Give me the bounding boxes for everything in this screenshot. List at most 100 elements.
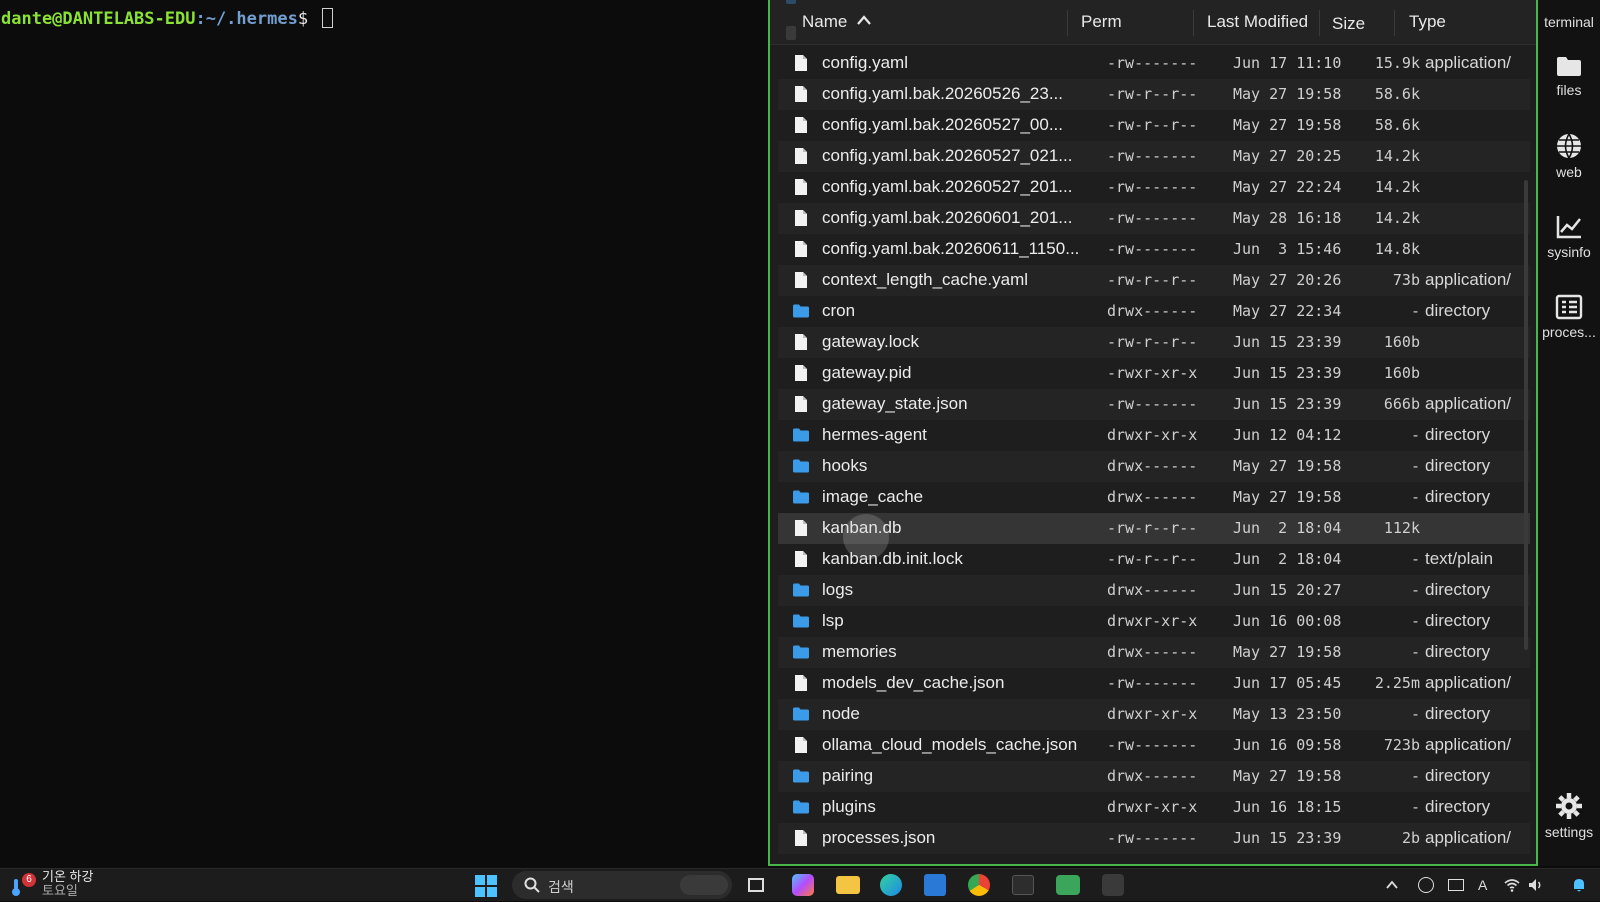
file-explorer-icon[interactable]	[836, 876, 860, 894]
mouse-pointer-highlight	[843, 514, 889, 560]
file-row[interactable]: config.yaml.bak.20260611_1150... -rw-----…	[778, 234, 1530, 265]
folder-icon	[1557, 57, 1581, 76]
column-name-header[interactable]: Name	[802, 12, 872, 32]
speaker-glyph	[1529, 879, 1541, 891]
file-row[interactable]: config.yaml.bak.20260526_23... -rw-r--r--…	[778, 79, 1530, 110]
sidebar-item-web[interactable]: web	[1538, 132, 1600, 180]
file-row[interactable]: kanban.db.init.lock -rw-r--r-- Jun 2 18:04…	[778, 544, 1530, 575]
keyboard-icon[interactable]	[1448, 879, 1464, 891]
file-permissions: -rw-r--r--	[1107, 85, 1198, 103]
input-language-icon[interactable]: A	[1478, 877, 1487, 893]
file-type: application/	[1425, 53, 1512, 72]
file-permissions: -rw-------	[1107, 209, 1198, 227]
windows-logo-icon	[475, 875, 497, 897]
file-name: config.yaml.bak.20260611_1150...	[822, 239, 1080, 258]
file-row[interactable]: config.yaml -rw------- Jun 17 11:10 15.9k ap…	[778, 48, 1530, 79]
directory-row[interactable]: logs drwx------ Jun 15 20:27 - directory	[778, 575, 1530, 606]
file-size: 160b	[1383, 333, 1420, 351]
file-modified: Jun 17 05:45	[1233, 674, 1342, 692]
file-row[interactable]: kanban.db -rw-r--r-- Jun 2 18:04 112k	[778, 513, 1530, 544]
column-divider[interactable]	[1193, 10, 1194, 36]
sidebar-item-terminal[interactable]: terminal	[1538, 10, 1600, 30]
file-modified: Jun 15 23:39	[1233, 333, 1342, 351]
notification-badge: 6	[22, 873, 36, 887]
file-row[interactable]: gateway_state.json -rw------- Jun 15 23:39…	[778, 389, 1530, 420]
directory-row[interactable]: cron drwx------ May 27 22:34 - directory	[778, 296, 1530, 327]
file-name: config.yaml.bak.20260526_23...	[822, 84, 1064, 103]
copilot-icon[interactable]	[792, 874, 814, 896]
column-perm-header[interactable]: Perm	[1081, 12, 1122, 32]
file-name: gateway_state.json	[822, 394, 968, 413]
volume-icon[interactable]	[1528, 878, 1544, 897]
file-row[interactable]: processes.json -rw------- Jun 15 23:39 2b ap…	[778, 823, 1530, 854]
file-row[interactable]: config.yaml.bak.20260527_021... -rw------…	[778, 141, 1530, 172]
column-divider[interactable]	[1067, 10, 1068, 36]
app-icon-green[interactable]	[1056, 875, 1080, 895]
file-size: -	[1410, 581, 1420, 599]
file-row[interactable]: config.yaml.bak.20260601_201... -rw------…	[778, 203, 1530, 234]
file-name: ollama_cloud_models_cache.json	[822, 735, 1078, 754]
column-divider[interactable]	[1319, 10, 1320, 36]
notification-bell-icon[interactable]	[1572, 877, 1586, 898]
sidebar-item-sysinfo[interactable]: sysinfo	[1538, 214, 1600, 260]
task-view-icon[interactable]	[748, 878, 764, 892]
file-permissions: -rw-r--r--	[1107, 271, 1198, 289]
directory-row[interactable]: lsp drwxr-xr-x Jun 16 00:08 - directory	[778, 606, 1530, 637]
file-icon	[795, 241, 807, 257]
file-icon	[795, 210, 807, 226]
file-row[interactable]: gateway.pid -rwxr-xr-x Jun 15 23:39 160b	[778, 358, 1530, 389]
onedrive-icon[interactable]	[1418, 877, 1434, 893]
weather-text[interactable]: 기온 하강 토요일	[42, 870, 93, 898]
file-modified: Jun 15 23:39	[1233, 829, 1342, 847]
file-size: 58.6k	[1374, 85, 1420, 103]
sidebar-item-files[interactable]: files	[1538, 54, 1600, 98]
file-permissions: drwxr-xr-x	[1107, 426, 1198, 444]
file-permissions: drwx------	[1107, 488, 1198, 506]
terminal-app-icon[interactable]	[1012, 875, 1034, 895]
vertical-scrollbar[interactable]	[1524, 180, 1528, 650]
file-size: 112k	[1383, 519, 1420, 537]
file-modified: May 27 19:58	[1233, 643, 1342, 661]
file-row[interactable]: context_length_cache.yaml -rw-r--r-- May 2…	[778, 265, 1530, 296]
search-placeholder: 검색	[548, 879, 574, 895]
directory-row[interactable]: node drwxr-xr-x May 13 23:50 - directory	[778, 699, 1530, 730]
column-divider[interactable]	[1394, 10, 1395, 36]
tray-overflow-icon[interactable]	[1386, 879, 1398, 893]
sidebar-item-processes[interactable]: proces...	[1538, 294, 1600, 340]
calculator-icon[interactable]	[1102, 874, 1124, 896]
file-row[interactable]: config.yaml.bak.20260527_00... -rw-r--r--…	[778, 110, 1530, 141]
shell-prompt: dante@DANTELABS-EDU:~/.hermes$	[1, 8, 334, 29]
chrome-icon[interactable]	[968, 874, 990, 896]
sidebar-item-settings[interactable]: settings	[1538, 792, 1600, 840]
directory-row[interactable]: pairing drwx------ May 27 19:58 - directory	[778, 761, 1530, 792]
start-button[interactable]	[475, 875, 497, 902]
file-permissions: -rw-------	[1107, 54, 1198, 72]
file-permissions: -rw-------	[1107, 147, 1198, 165]
edge-browser-icon[interactable]	[880, 874, 902, 896]
file-row[interactable]: gateway.lock -rw-r--r-- Jun 15 23:39 160b	[778, 327, 1530, 358]
taskbar-search[interactable]: 검색	[512, 871, 732, 899]
directory-row[interactable]: memories drwx------ May 27 19:58 - directory	[778, 637, 1530, 668]
wifi-icon[interactable]	[1504, 878, 1520, 897]
file-icon	[795, 55, 807, 71]
file-permissions: -rw-r--r--	[1107, 116, 1198, 134]
directory-row[interactable]: plugins drwxr-xr-x Jun 16 18:15 - directory	[778, 792, 1530, 823]
file-row[interactable]: config.yaml.bak.20260527_201... -rw------…	[778, 172, 1530, 203]
directory-row[interactable]: image_cache drwx------ May 27 19:58 - direct…	[778, 482, 1530, 513]
file-size: 58.6k	[1374, 116, 1420, 134]
directory-row[interactable]: hooks drwx------ May 27 19:58 - directory	[778, 451, 1530, 482]
file-size: 2b	[1401, 829, 1420, 847]
file-size: -	[1410, 705, 1420, 723]
file-type: application/	[1425, 673, 1512, 692]
file-row[interactable]: models_dev_cache.json -rw------- Jun 17 05…	[778, 668, 1530, 699]
column-size-header[interactable]: Size	[1332, 14, 1365, 34]
file-type: directory	[1425, 425, 1491, 444]
file-size: 14.8k	[1374, 240, 1420, 258]
column-modified-header[interactable]: Last Modified	[1207, 12, 1308, 32]
directory-row[interactable]: hermes-agent drwxr-xr-x Jun 12 04:12 - direc…	[778, 420, 1530, 451]
file-icon	[795, 520, 807, 536]
terminal-pane[interactable]: dante@DANTELABS-EDU:~/.hermes$	[0, 0, 768, 868]
file-row[interactable]: ollama_cloud_models_cache.json -rw-------…	[778, 730, 1530, 761]
store-icon[interactable]	[924, 874, 946, 896]
column-type-header[interactable]: Type	[1409, 12, 1446, 32]
